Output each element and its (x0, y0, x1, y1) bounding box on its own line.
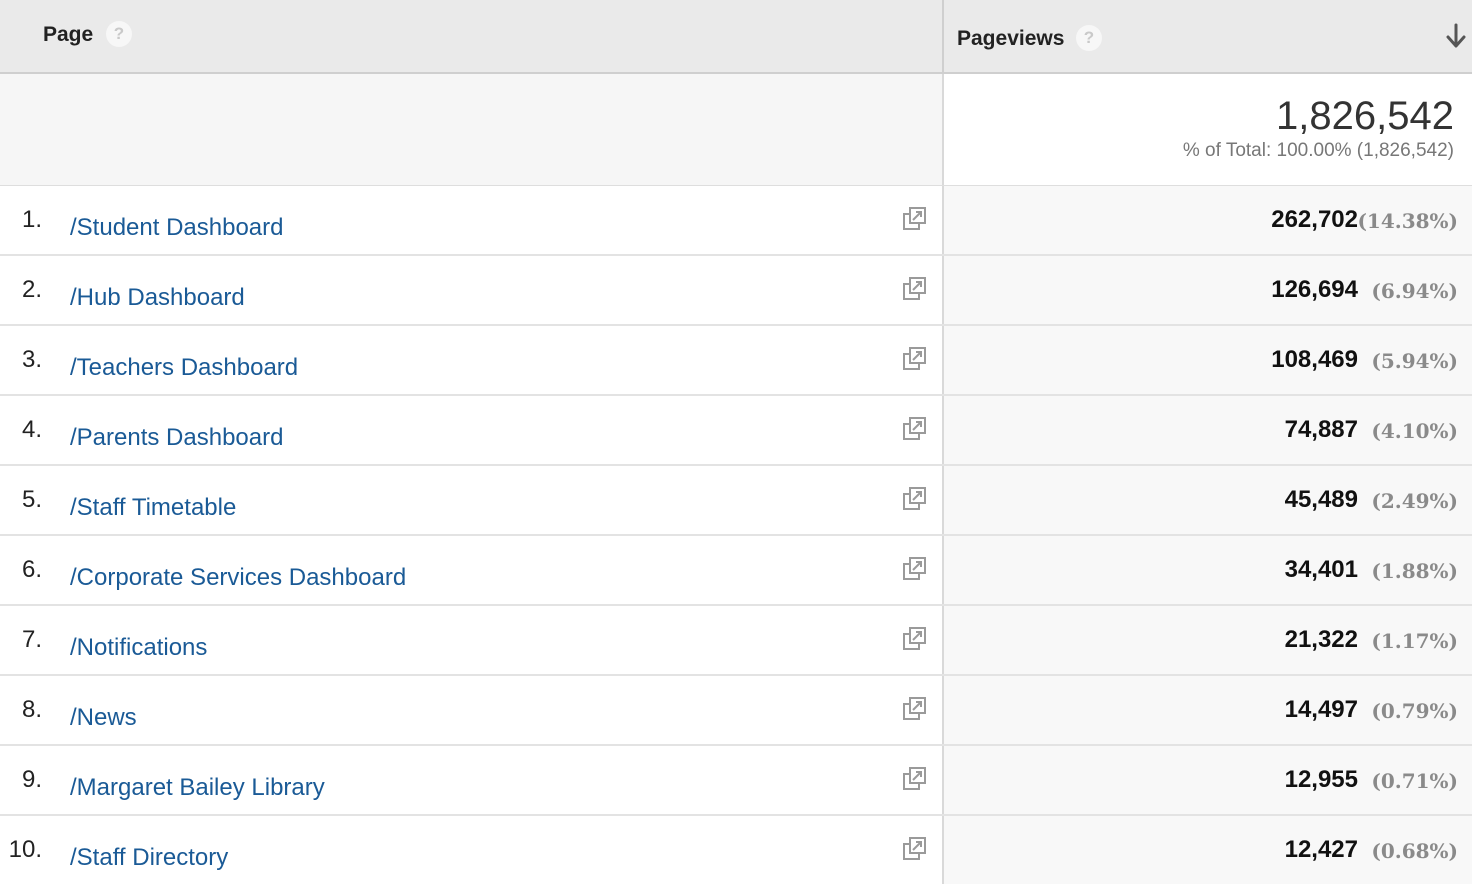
page-cell: 6. /Corporate Services Dashboard (0, 536, 944, 604)
pageviews-cell: 21,322 (1.17%) (944, 606, 1472, 674)
pageviews-help-icon[interactable]: ? (1076, 25, 1102, 51)
table-row: 2. /Hub Dashboard 126,694 (6.94%) (0, 256, 1472, 326)
totals-row: 1,826,542 % of Total: 100.00% (1,826,542… (0, 74, 1472, 186)
page-column-label: Page (43, 23, 94, 46)
total-percent-subtitle: % of Total: 100.00% (1,826,542) (1182, 140, 1454, 161)
table-row: 9. /Margaret Bailey Library 12,955 (0.71… (0, 746, 1472, 816)
row-rank: 1. (21, 206, 42, 233)
pageviews-report-table: Page ? Pageviews ? 1,826,542 % of Total:… (0, 0, 1472, 884)
open-in-new-window-icon[interactable] (902, 836, 928, 862)
table-row: 4. /Parents Dashboard 74,887 (4.10%) (0, 396, 1472, 466)
open-in-new-window-icon[interactable] (902, 556, 928, 582)
pageviews-cell: 108,469 (5.94%) (944, 326, 1472, 394)
pageviews-cell: 12,955 (0.71%) (944, 746, 1472, 814)
row-rank: 9. (21, 766, 42, 793)
table-body: 1. /Student Dashboard 262,702 (14.38%) 2… (0, 186, 1472, 884)
pageviews-value: 14,497 (1284, 696, 1358, 723)
open-in-new-window-icon[interactable] (902, 416, 928, 442)
open-in-new-window-icon[interactable] (902, 276, 928, 302)
pageviews-percent: (1.17%) (1371, 629, 1458, 653)
page-cell: 5. /Staff Timetable (0, 466, 944, 534)
pageviews-value: 108,469 (1271, 346, 1358, 373)
pageviews-value: 12,427 (1284, 836, 1358, 863)
page-link[interactable]: /Teachers Dashboard (70, 354, 298, 382)
table-row: 7. /Notifications 21,322 (1.17%) (0, 606, 1472, 676)
row-rank: 3. (21, 346, 42, 373)
page-link[interactable]: /Corporate Services Dashboard (70, 564, 406, 592)
pageviews-value: 45,489 (1284, 486, 1358, 513)
row-rank: 10. (8, 836, 42, 863)
pageviews-percent: (0.79%) (1371, 699, 1458, 723)
open-in-new-window-icon[interactable] (902, 626, 928, 652)
page-cell: 1. /Student Dashboard (0, 186, 944, 254)
pageviews-percent: (6.94%) (1371, 279, 1458, 303)
open-in-new-window-icon[interactable] (902, 346, 928, 372)
open-in-new-window-icon[interactable] (902, 766, 928, 792)
page-link[interactable]: /Parents Dashboard (70, 424, 283, 452)
page-link[interactable]: /Student Dashboard (70, 214, 283, 242)
pageviews-value: 262,702 (1271, 206, 1358, 233)
page-link[interactable]: /News (70, 704, 137, 732)
pageviews-value: 74,887 (1284, 416, 1358, 443)
sort-descending-icon[interactable] (1444, 22, 1468, 50)
pageviews-cell: 14,497 (0.79%) (944, 676, 1472, 744)
pageviews-percent: (14.38%) (1357, 209, 1458, 233)
pageviews-value: 34,401 (1284, 556, 1358, 583)
row-rank: 7. (21, 626, 42, 653)
pageviews-cell: 45,489 (2.49%) (944, 466, 1472, 534)
table-row: 5. /Staff Timetable 45,489 (2.49%) (0, 466, 1472, 536)
pageviews-value: 21,322 (1284, 626, 1358, 653)
pageviews-percent: (4.10%) (1371, 419, 1458, 443)
pageviews-percent: (2.49%) (1371, 489, 1458, 513)
table-row: 1. /Student Dashboard 262,702 (14.38%) (0, 186, 1472, 256)
pageviews-cell: 12,427 (0.68%) (944, 816, 1472, 884)
pageviews-percent: (1.88%) (1371, 559, 1458, 583)
page-cell: 3. /Teachers Dashboard (0, 326, 944, 394)
page-cell: 9. /Margaret Bailey Library (0, 746, 944, 814)
open-in-new-window-icon[interactable] (902, 206, 928, 232)
page-cell: 4. /Parents Dashboard (0, 396, 944, 464)
pageviews-value: 12,955 (1284, 766, 1358, 793)
page-column-header[interactable]: Page ? (0, 0, 944, 72)
totals-page-cell (0, 74, 944, 185)
pageviews-column-header[interactable]: Pageviews ? (944, 0, 1472, 72)
pageviews-cell: 34,401 (1.88%) (944, 536, 1472, 604)
pageviews-percent: (5.94%) (1371, 349, 1458, 373)
page-link[interactable]: /Notifications (70, 634, 207, 662)
pageviews-percent: (0.71%) (1371, 769, 1458, 793)
table-row: 3. /Teachers Dashboard 108,469 (5.94%) (0, 326, 1472, 396)
pageviews-percent: (0.68%) (1371, 839, 1458, 863)
page-link[interactable]: /Staff Timetable (70, 494, 236, 522)
open-in-new-window-icon[interactable] (902, 696, 928, 722)
page-cell: 2. /Hub Dashboard (0, 256, 944, 324)
row-rank: 5. (21, 486, 42, 513)
open-in-new-window-icon[interactable] (902, 486, 928, 512)
row-rank: 2. (21, 276, 42, 303)
totals-metric-cell: 1,826,542 % of Total: 100.00% (1,826,542… (944, 74, 1472, 185)
table-row: 6. /Corporate Services Dashboard 34,401 … (0, 536, 1472, 606)
row-rank: 8. (21, 696, 42, 723)
pageviews-column-label: Pageviews (957, 27, 1065, 50)
total-pageviews: 1,826,542 (1276, 94, 1454, 138)
page-link[interactable]: /Margaret Bailey Library (70, 774, 325, 802)
page-help-icon[interactable]: ? (106, 21, 132, 47)
pageviews-value: 126,694 (1271, 276, 1358, 303)
table-row: 10. /Staff Directory 12,427 (0.68%) (0, 816, 1472, 884)
page-cell: 8. /News (0, 676, 944, 744)
page-link[interactable]: /Staff Directory (70, 844, 228, 872)
table-row: 8. /News 14,497 (0.79%) (0, 676, 1472, 746)
row-rank: 4. (21, 416, 42, 443)
pageviews-cell: 126,694 (6.94%) (944, 256, 1472, 324)
page-link[interactable]: /Hub Dashboard (70, 284, 245, 312)
table-header: Page ? Pageviews ? (0, 0, 1472, 74)
page-cell: 7. /Notifications (0, 606, 944, 674)
page-cell: 10. /Staff Directory (0, 816, 944, 884)
pageviews-cell: 74,887 (4.10%) (944, 396, 1472, 464)
pageviews-cell: 262,702 (14.38%) (944, 186, 1472, 254)
row-rank: 6. (21, 556, 42, 583)
